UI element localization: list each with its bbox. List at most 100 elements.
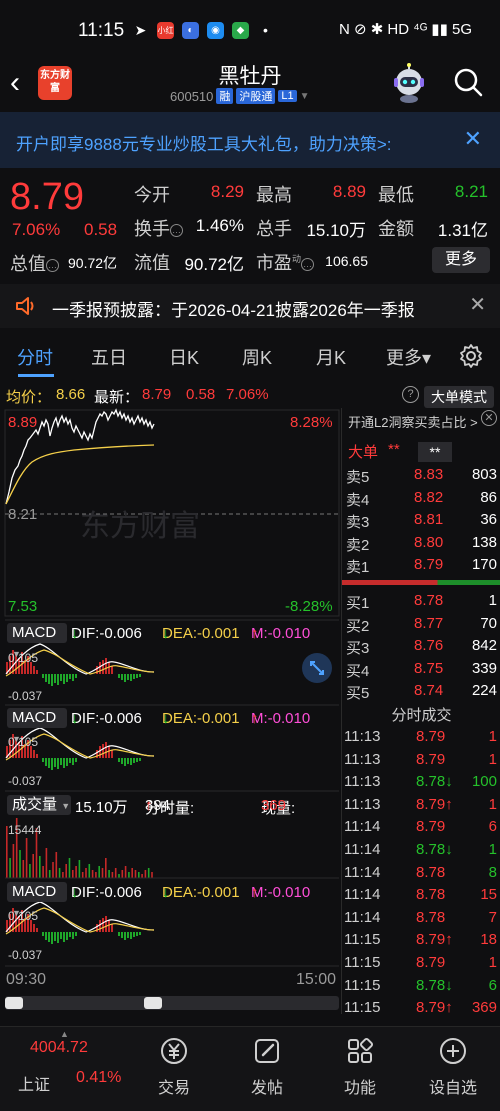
tab-five-day[interactable]: 五日 <box>91 344 127 370</box>
volume-bar <box>101 868 104 878</box>
tab-weekly-k[interactable]: 周K <box>242 344 272 370</box>
macd1-m-value: M:-0.010 <box>251 625 311 642</box>
l2-promo[interactable]: 开通L2洞察买卖占比 > ✕ <box>342 410 500 431</box>
tick-row: 11:15 8.79↑ 369 <box>342 999 500 1021</box>
bid-row[interactable]: 买4 8.75 339 <box>342 660 500 682</box>
notice-bar[interactable]: 一季报预披露：于2026-04-21披露2026年一季报 ✕ <box>0 284 500 328</box>
latest-value: 8.79 <box>142 386 172 403</box>
bid-row[interactable]: 买3 8.76 842 <box>342 637 500 659</box>
tick-row: 11:13 8.78↓ 100 <box>342 773 500 795</box>
info-icon[interactable]: … <box>170 224 183 237</box>
tag-hgt: 沪股通 <box>236 88 276 104</box>
add-icon <box>440 1038 466 1064</box>
tick-volume: 18 <box>480 931 497 949</box>
volume-selector[interactable]: 成交量 ▼ <box>7 795 71 815</box>
volume-bar <box>114 868 117 878</box>
pe-sup: 动 <box>292 254 302 264</box>
volume-bar <box>68 858 71 878</box>
tab-daily-k[interactable]: 日K <box>169 344 199 370</box>
tick-volume: 369 <box>471 999 497 1017</box>
index-name[interactable]: 上证 <box>18 1071 50 1095</box>
bid-price: 8.76 <box>414 637 444 654</box>
robot-assistant-icon[interactable] <box>388 62 430 104</box>
chevron-down-icon[interactable]: ▼ <box>300 91 310 102</box>
tick-time: 11:14 <box>344 908 381 926</box>
low-value: 8.21 <box>454 182 488 201</box>
chart-area[interactable]: 东方财富 8.89 8.28% 8.21 7.53 -8.28% MACD ▼ … <box>0 408 340 1014</box>
time-scrollbar-track[interactable] <box>5 996 339 1010</box>
nav-functions[interactable]: 功能 <box>320 1035 400 1098</box>
tick-price: 8.78↓ <box>416 976 453 994</box>
macd2-selector[interactable]: MACD ▼ <box>7 708 67 744</box>
grid-icon <box>348 1037 374 1063</box>
close-icon[interactable]: ✕ <box>464 126 482 152</box>
l2-promo-text[interactable]: 开通L2洞察买卖占比 > <box>348 415 478 430</box>
ask-label: 卖3 <box>346 514 370 531</box>
close-icon[interactable]: ✕ <box>469 292 486 317</box>
volume-bar <box>72 870 74 878</box>
notice-text[interactable]: 一季报预披露：于2026-04-21披露2026年一季报 <box>52 296 415 321</box>
help-icon[interactable]: ? <box>402 386 419 403</box>
tick-row: 11:15 8.79 1 <box>342 954 500 976</box>
dot-icon: • <box>263 22 268 38</box>
caret-up-icon[interactable]: ▲ <box>60 1029 69 1039</box>
macd3-selector[interactable]: MACD ▼ <box>7 882 67 918</box>
expand-chart-button[interactable] <box>302 653 332 683</box>
volume-bar <box>75 866 77 878</box>
nav-post[interactable]: 发帖 <box>227 1035 307 1098</box>
current-volume-value: 369 <box>261 797 287 814</box>
scroll-handle-left[interactable] <box>5 997 23 1009</box>
nav-trade[interactable]: 交易 <box>134 1035 214 1098</box>
info-icon[interactable]: … <box>46 259 59 272</box>
macd1-selector[interactable]: MACD ▼ <box>7 623 67 659</box>
volume-bar <box>22 860 25 878</box>
tick-row: 11:13 8.79 1 <box>342 728 500 750</box>
macd1-bottom-axis: -0.037 <box>8 689 43 703</box>
promo-text[interactable]: 开户即享9888元专业炒股工具大礼包，助力决策>: <box>16 130 391 155</box>
index-value[interactable]: 4004.72 <box>30 1039 88 1057</box>
volume-bar <box>85 868 87 878</box>
close-icon[interactable]: ✕ <box>481 410 497 426</box>
pe-label: 市盈动… <box>256 249 315 275</box>
tick-row: 11:14 8.78 7 <box>342 909 500 931</box>
avg-price-row: 均价： 8.66 最新： 8.79 0.58 7.06% ? 大单模式 <box>0 384 500 408</box>
tick-volume: 1 <box>488 795 497 813</box>
volume-bar <box>121 870 124 878</box>
bid-row[interactable]: 买2 8.77 70 <box>342 615 500 637</box>
index-percent[interactable]: 0.41% <box>76 1069 121 1087</box>
volume-bar <box>128 872 130 878</box>
big-order-mode-button[interactable]: 大单模式 <box>424 386 494 408</box>
bid-row[interactable]: 买1 8.78 1 <box>342 592 500 614</box>
ask-row[interactable]: 卖1 8.79 170 <box>342 556 500 578</box>
big-order-row[interactable]: 大单 ** ** <box>342 441 500 463</box>
volume-bar <box>138 872 140 878</box>
macd2-dif-value: DIF:-0.006 <box>71 710 142 727</box>
tab-monthly-k[interactable]: 月K <box>316 344 346 370</box>
ask-row[interactable]: 卖2 8.80 138 <box>342 534 500 556</box>
ask-row[interactable]: 卖5 8.83 803 <box>342 466 500 488</box>
ask-label: 卖2 <box>346 536 370 554</box>
gear-icon[interactable] <box>458 343 484 369</box>
macd3-header: MACD ▼ DIF:-0.006 ↓ DEA:-0.001 ↓ M:-0.010 ↑ <box>5 882 340 918</box>
prev-close-label: 8.21 <box>8 506 38 523</box>
ask-row[interactable]: 卖4 8.82 86 <box>342 489 500 511</box>
chevron-down-icon: ▼ <box>61 801 71 811</box>
tick-row: 11:13 8.79 1 <box>342 751 500 773</box>
tab-more[interactable]: 更多▾ <box>386 344 431 370</box>
app-badge-icon: 小红 <box>157 22 174 39</box>
bid-row[interactable]: 买5 8.74 224 <box>342 682 500 704</box>
stock-code: 600510 <box>170 88 214 104</box>
tab-intraday[interactable]: 分时 <box>17 344 53 370</box>
tick-volume: 1 <box>488 841 497 858</box>
promo-banner[interactable]: 开户即享9888元专业炒股工具大礼包，助力决策>: ✕ <box>0 112 500 168</box>
ask-row[interactable]: 卖3 8.81 36 <box>342 511 500 533</box>
scroll-handle-right[interactable] <box>144 997 162 1009</box>
info-icon[interactable]: … <box>301 258 315 271</box>
turnover-value: 1.46% <box>195 216 244 235</box>
macd3-dif-value: DIF:-0.006 <box>71 884 142 901</box>
bid-price: 8.78 <box>414 592 444 609</box>
more-button[interactable]: 更多 <box>432 247 490 273</box>
nav-add-watchlist[interactable]: 设自选 <box>413 1035 493 1098</box>
big-order-label: 大单 <box>348 444 379 461</box>
search-icon[interactable] <box>452 66 484 98</box>
